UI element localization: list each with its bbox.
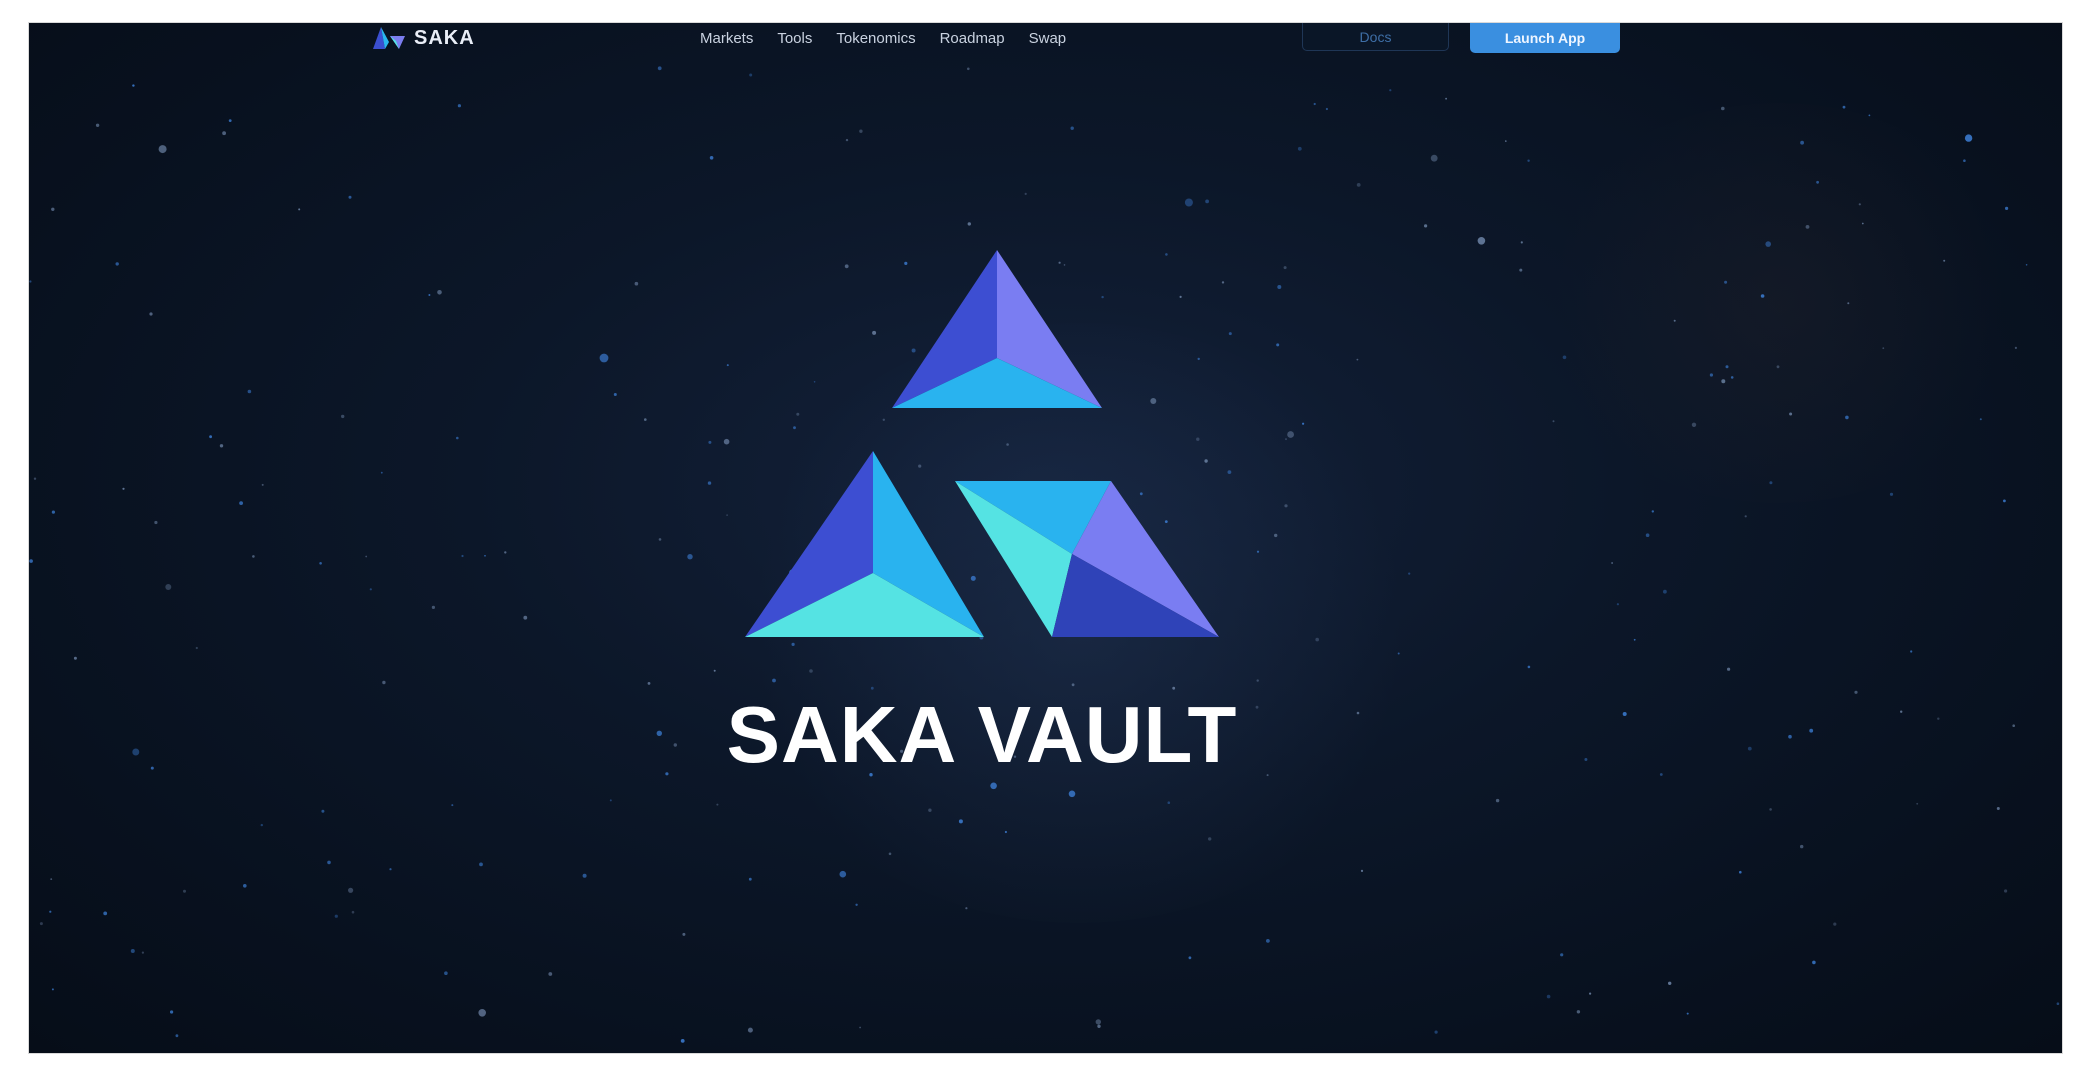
browser-viewport: SAKA Markets Tools Tokenomics Roadmap Sw… xyxy=(29,23,2062,1053)
screenshot-frame: SAKA Markets Tools Tokenomics Roadmap Sw… xyxy=(0,0,2090,1068)
hero-title: SAKA VAULT xyxy=(726,690,1238,779)
saka-vault-logo xyxy=(745,250,1219,637)
bottom-left-triangle xyxy=(745,451,984,637)
top-triangle xyxy=(892,250,1102,408)
bottom-right-triangle xyxy=(955,481,1219,637)
